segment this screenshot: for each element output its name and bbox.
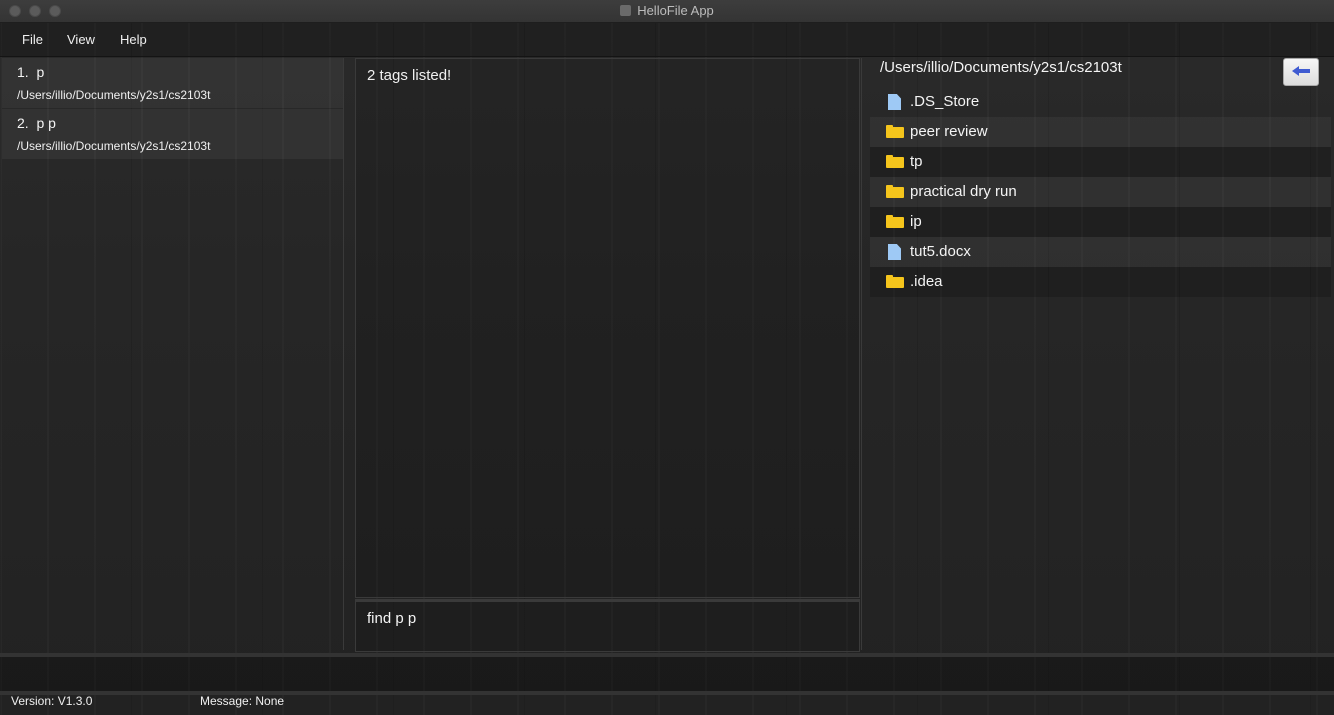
version-label: Version: V1.3.0 xyxy=(11,694,93,708)
folder-list-item[interactable]: practical dry run xyxy=(870,177,1331,207)
current-path: /Users/illio/Documents/y2s1/cs2103t xyxy=(880,59,1122,76)
tag-path: /Users/illio/Documents/y2s1/cs2103t xyxy=(17,88,211,102)
folder-list-item[interactable]: .idea xyxy=(870,267,1331,297)
bottom-strip xyxy=(0,653,1334,695)
file-name: tut5.docx xyxy=(910,243,971,260)
tag-index: 1. xyxy=(17,64,29,80)
tag-index: 2. xyxy=(17,115,29,131)
status-message: Message: None xyxy=(200,694,285,708)
tag-list-item[interactable]: 1. p /Users/illio/Documents/y2s1/cs2103t xyxy=(2,58,343,108)
file-icon xyxy=(888,244,901,260)
folder-icon xyxy=(886,125,904,138)
folder-icon xyxy=(886,185,904,198)
folder-name: tp xyxy=(910,153,923,170)
result-display: 2 tags listed! xyxy=(355,58,860,598)
back-button[interactable] xyxy=(1283,58,1319,86)
folder-list-item[interactable]: peer review xyxy=(870,117,1331,147)
result-message: 2 tags listed! xyxy=(367,67,452,84)
folder-list-item[interactable]: ip xyxy=(870,207,1331,237)
command-input-value: find p p xyxy=(367,610,417,627)
window-title: HelloFile App xyxy=(637,3,714,18)
app-icon xyxy=(620,5,632,16)
menu-bar: File View Help xyxy=(0,23,1334,57)
menu-view[interactable]: View xyxy=(67,32,95,47)
app-window: HelloFile App File View Help 1. p /Users… xyxy=(0,0,1334,715)
folder-name: peer review xyxy=(910,123,988,140)
menu-help[interactable]: Help xyxy=(120,32,147,47)
command-input[interactable]: find p p xyxy=(355,599,860,652)
file-list-item[interactable]: tut5.docx xyxy=(870,237,1331,267)
folder-icon xyxy=(886,275,904,288)
title-bar: HelloFile App xyxy=(0,0,1334,23)
tag-name: p xyxy=(36,64,45,80)
tag-list-item[interactable]: 2. p p /Users/illio/Documents/y2s1/cs210… xyxy=(2,109,343,159)
file-name: .DS_Store xyxy=(910,93,980,110)
folder-name: practical dry run xyxy=(910,183,1017,200)
tag-path: /Users/illio/Documents/y2s1/cs2103t xyxy=(17,139,211,153)
tag-title: 2. p p xyxy=(17,115,56,131)
folder-icon xyxy=(886,155,904,168)
status-bar: Version: V1.3.0 Message: None xyxy=(0,691,1334,715)
folder-name: ip xyxy=(910,213,922,230)
tag-name: p p xyxy=(36,115,56,131)
menu-file[interactable]: File xyxy=(22,32,43,47)
folder-icon xyxy=(886,215,904,228)
file-icon xyxy=(888,94,901,110)
panel-divider xyxy=(861,58,862,650)
tag-title: 1. p xyxy=(17,64,44,80)
folder-list-item[interactable]: tp xyxy=(870,147,1331,177)
folder-name: .idea xyxy=(910,273,943,290)
window-title-group: HelloFile App xyxy=(0,3,1334,18)
tag-list-panel: 1. p /Users/illio/Documents/y2s1/cs2103t… xyxy=(2,58,344,650)
left-arrow-icon-shaft xyxy=(1298,69,1310,73)
file-list-item[interactable]: .DS_Store xyxy=(870,87,1331,117)
